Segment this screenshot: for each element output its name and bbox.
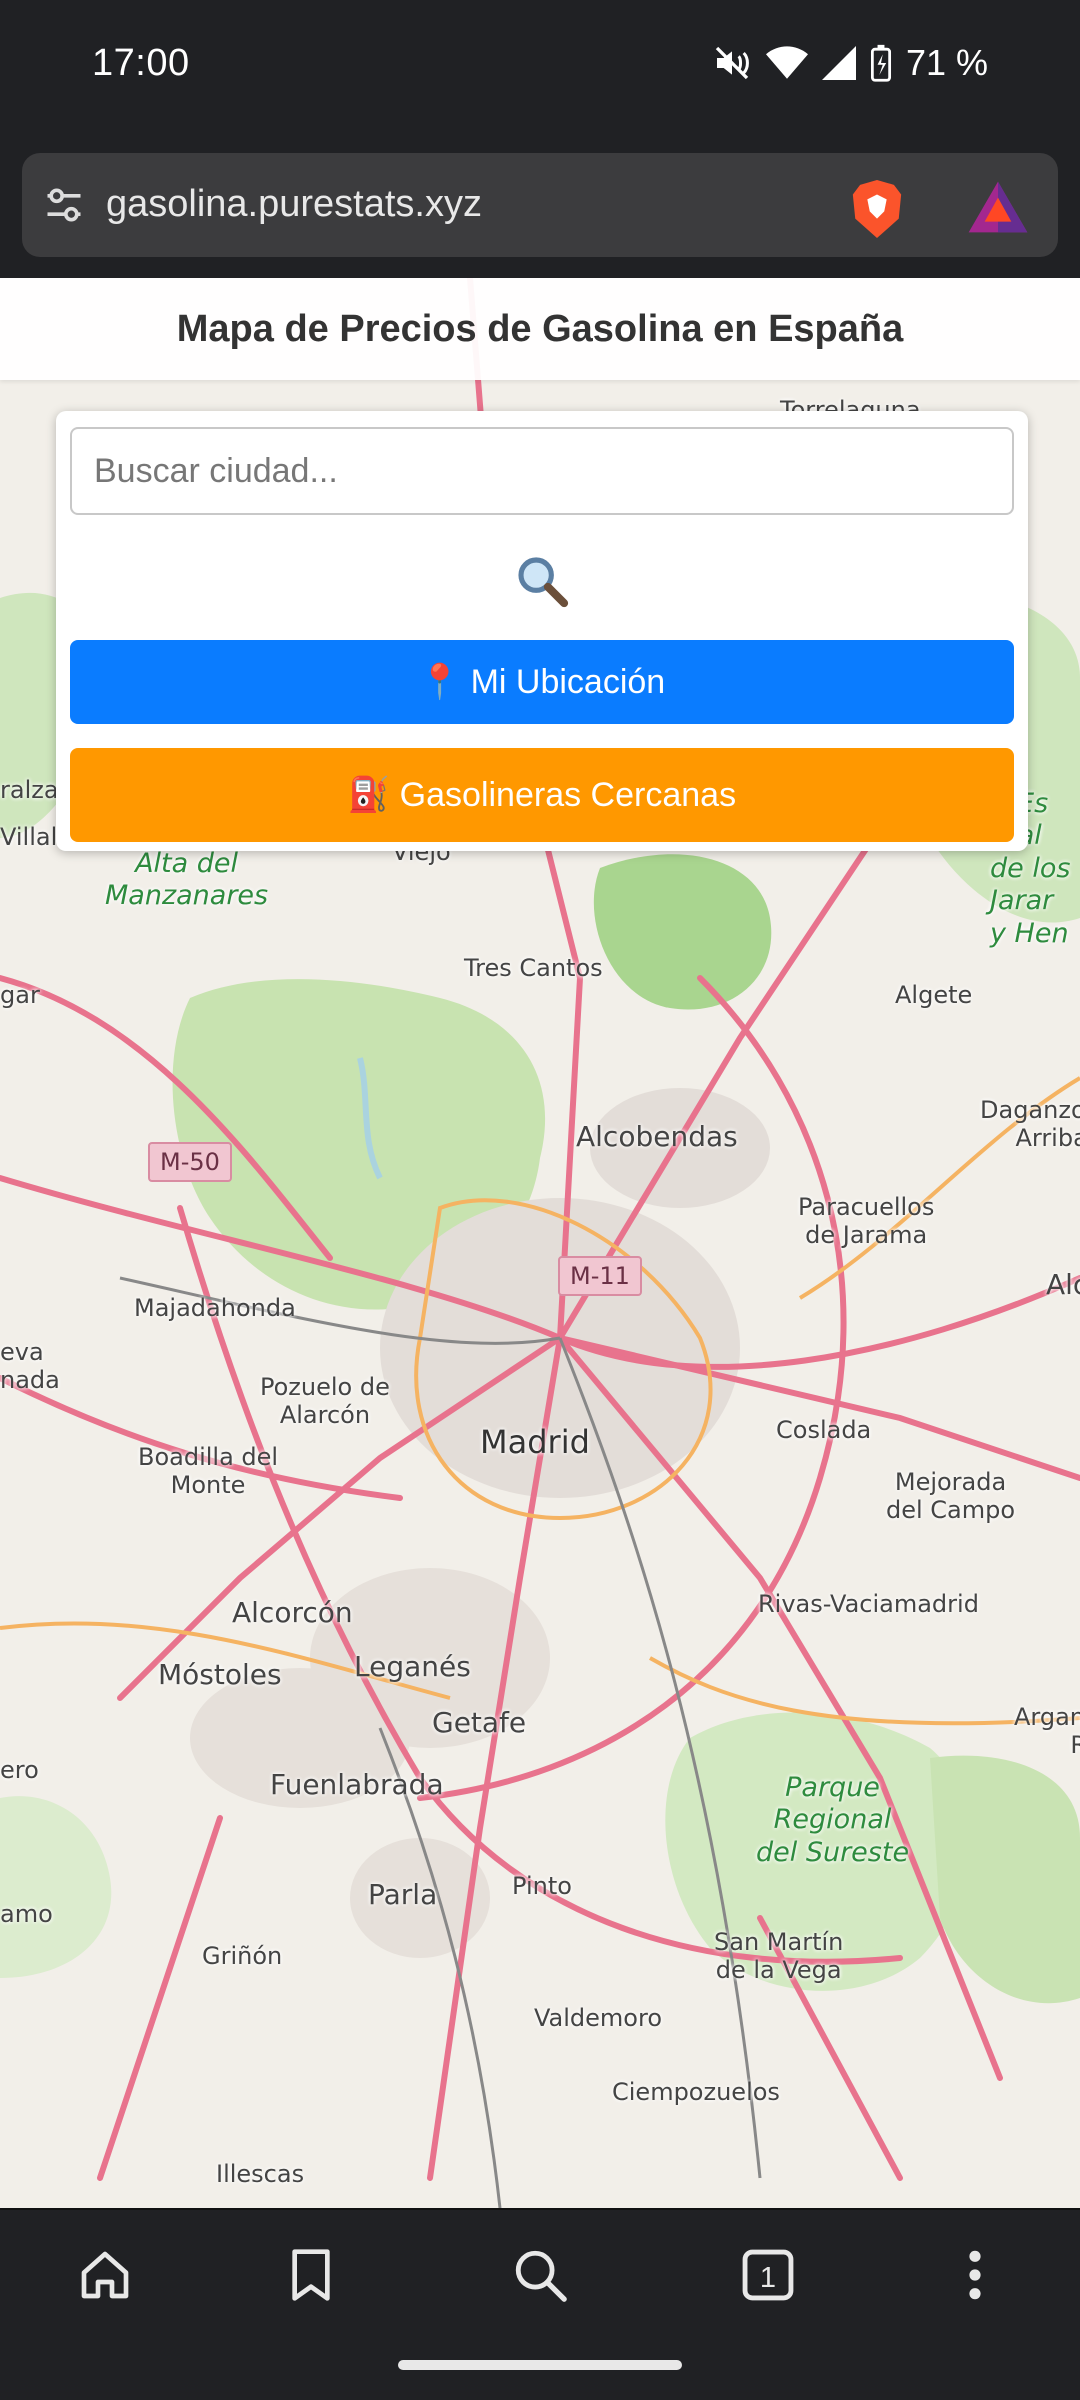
nearby-stations-button[interactable]: ⛽ Gasolineras Cercanas (70, 748, 1014, 842)
map-label-boadilla: Boadilla del Monte (138, 1443, 279, 1499)
map-label-fuenlabrada: Fuenlabrada (270, 1768, 444, 1801)
map-label-ralza: ralza (0, 776, 59, 804)
tabs-icon[interactable]: 1 (733, 2240, 803, 2310)
web-page: Torrelaguna ralza Villalba Viejo Alta de… (0, 278, 1080, 2208)
brave-rewards-icon[interactable] (966, 179, 1030, 240)
map-label-amo: amo (0, 1900, 53, 1928)
map-label-pinto: Pinto (512, 1872, 572, 1900)
map-label-daganzo: Daganzo de Arriba (980, 1096, 1080, 1152)
browser-bottom-toolbar: 1 (0, 2208, 1080, 2338)
tab-count: 1 (760, 2262, 776, 2294)
home-icon[interactable] (70, 2240, 140, 2310)
map-label-eva: eva nada (0, 1338, 60, 1394)
map-label-tres-cantos: Tres Cantos (464, 954, 603, 982)
map-label-majadahonda: Majadahonda (134, 1294, 296, 1322)
map-label-san-martin: San Martín de la Vega (714, 1928, 844, 1984)
map-label-ciempozuelos: Ciempozuelos (612, 2078, 780, 2106)
map-label-alcorcon: Alcorcón (232, 1596, 353, 1629)
map-label-gar: gar (0, 981, 40, 1009)
search-button[interactable] (506, 546, 578, 618)
road-shield-m11: M-11 (558, 1256, 642, 1296)
search-icon[interactable] (505, 2240, 575, 2310)
browser-toolbar: gasolina.purestats.xyz (0, 135, 1080, 278)
site-settings-icon[interactable] (42, 183, 86, 232)
map-label-alcobendas: Alcobendas (576, 1120, 738, 1153)
more-icon[interactable] (940, 2240, 1010, 2310)
road-shield-m50: M-50 (148, 1142, 232, 1182)
page-title: Mapa de Precios de Gasolina en España (176, 307, 904, 350)
url-text[interactable]: gasolina.purestats.xyz (106, 183, 482, 226)
map-label-madrid: Madrid (480, 1423, 590, 1461)
map-label-paracuellos: Paracuellos de Jarama (798, 1193, 935, 1249)
page-header: Mapa de Precios de Gasolina en España (0, 278, 1080, 380)
brave-shields-icon[interactable] (848, 177, 906, 246)
map-label-arganda: Arganda Rey (1014, 1703, 1080, 1759)
my-location-button[interactable]: 📍 Mi Ubicación (70, 640, 1014, 724)
address-bar[interactable]: gasolina.purestats.xyz (22, 153, 1058, 257)
map-label-grinon: Griñón (202, 1942, 283, 1970)
gesture-handle[interactable] (398, 2360, 682, 2370)
map-label-illescas: Illescas (216, 2160, 305, 2188)
map-label-algete: Algete (895, 981, 973, 1009)
battery-charging-icon (870, 44, 892, 82)
wifi-icon (765, 44, 808, 82)
status-icons: 71 % (712, 42, 988, 84)
map-label-alc: Alc (1046, 1268, 1080, 1301)
map-label-pozuelo: Pozuelo de Alarcón (260, 1373, 390, 1429)
signal-icon (821, 45, 856, 81)
map-label-leganes: Leganés (354, 1650, 471, 1683)
map-label-mostoles: Móstoles (158, 1658, 282, 1691)
bookmark-icon[interactable] (276, 2240, 346, 2310)
status-bar: 17:00 71 % (0, 0, 1080, 135)
magnifier-icon (514, 553, 570, 612)
park-label-sureste: Parque Regional del Sureste (756, 1772, 910, 1868)
map-label-parla: Parla (368, 1878, 438, 1911)
city-search-input[interactable] (70, 427, 1014, 515)
gesture-area (0, 2338, 1080, 2400)
battery-percentage: 71 % (905, 42, 988, 83)
map-label-valdemoro: Valdemoro (534, 2004, 663, 2032)
search-panel: 📍 Mi Ubicación ⛽ Gasolineras Cercanas (56, 411, 1028, 851)
map-label-coslada: Coslada (776, 1416, 872, 1444)
map-label-getafe: Getafe (432, 1706, 527, 1739)
park-label-manzanares: Alta del Manzanares (105, 848, 269, 912)
status-time: 17:00 (92, 42, 190, 84)
mute-icon (712, 43, 752, 83)
map-label-rivas: Rivas-Vaciamadrid (758, 1590, 979, 1618)
map-label-ero: ero (0, 1756, 39, 1784)
map-label-mejorada: Mejorada del Campo (886, 1468, 1016, 1524)
